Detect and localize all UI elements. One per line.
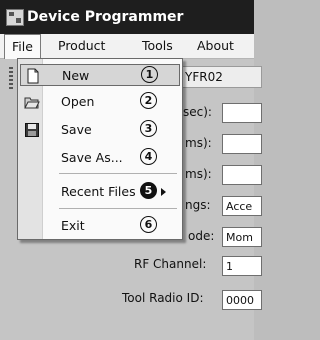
rf-channel-label: RF Channel:: [134, 257, 207, 271]
menu-separator: [59, 173, 177, 174]
file-menu-save[interactable]: Save 3: [20, 119, 180, 141]
tool-radio-id-input[interactable]: 0000: [222, 290, 262, 310]
app-icon: [6, 9, 24, 26]
field-select-4[interactable]: Acce: [222, 196, 262, 216]
field-label-1: sec):: [183, 105, 212, 119]
file-menu-save-as-label: Save As...: [61, 150, 123, 165]
field-input-3[interactable]: [222, 165, 262, 185]
field-label-3: ms):: [185, 167, 212, 181]
callout-3-badge: 3: [140, 120, 157, 137]
menu-about[interactable]: About: [197, 38, 234, 53]
field-label-4: ngs:: [185, 198, 211, 212]
file-menu-dropdown: New 1 Open 2 Save 3 Save As... 4 Recent …: [17, 58, 183, 240]
window-title: Device Programmer: [27, 9, 184, 25]
menu-separator: [59, 208, 177, 209]
save-disk-icon: [25, 123, 39, 137]
field-input-1[interactable]: [222, 103, 262, 123]
new-file-icon: [27, 68, 39, 84]
file-menu-exit-label: Exit: [61, 218, 85, 233]
tool-radio-id-label: Tool Radio ID:: [122, 291, 204, 305]
device-id-field: YFR02: [182, 66, 262, 88]
toolbar-grip[interactable]: [9, 67, 13, 89]
callout-1-badge: 1: [141, 66, 158, 83]
file-menu-save-label: Save: [61, 122, 92, 137]
submenu-arrow-icon: [161, 188, 166, 196]
file-menu-exit[interactable]: Exit 6: [20, 215, 180, 237]
callout-4-badge: 4: [140, 148, 157, 165]
callout-6-badge: 6: [140, 216, 157, 233]
file-menu-save-as[interactable]: Save As... 4: [20, 147, 180, 169]
callout-2-badge: 2: [140, 92, 157, 109]
field-select-5[interactable]: Mom: [222, 227, 262, 247]
file-menu-open[interactable]: Open 2: [20, 91, 180, 113]
file-menu-recent-files-label: Recent Files: [61, 184, 136, 199]
menu-bar: File Product Tools About: [0, 34, 254, 59]
field-label-5: ode:: [188, 229, 215, 243]
open-folder-icon: [24, 97, 40, 109]
callout-5-badge: 5: [140, 182, 157, 199]
menu-product[interactable]: Product: [58, 38, 105, 53]
file-menu-open-label: Open: [61, 94, 95, 109]
field-label-2: ms):: [185, 136, 212, 150]
menu-tools[interactable]: Tools: [142, 38, 173, 53]
title-bar: Device Programmer: [0, 0, 254, 34]
menu-file[interactable]: File: [4, 34, 41, 59]
file-menu-recent-files[interactable]: Recent Files 5: [20, 181, 180, 203]
file-menu-new[interactable]: New 1: [20, 64, 180, 86]
field-input-2[interactable]: [222, 134, 262, 154]
file-menu-new-label: New: [62, 68, 90, 83]
rf-channel-input[interactable]: 1: [222, 256, 262, 276]
